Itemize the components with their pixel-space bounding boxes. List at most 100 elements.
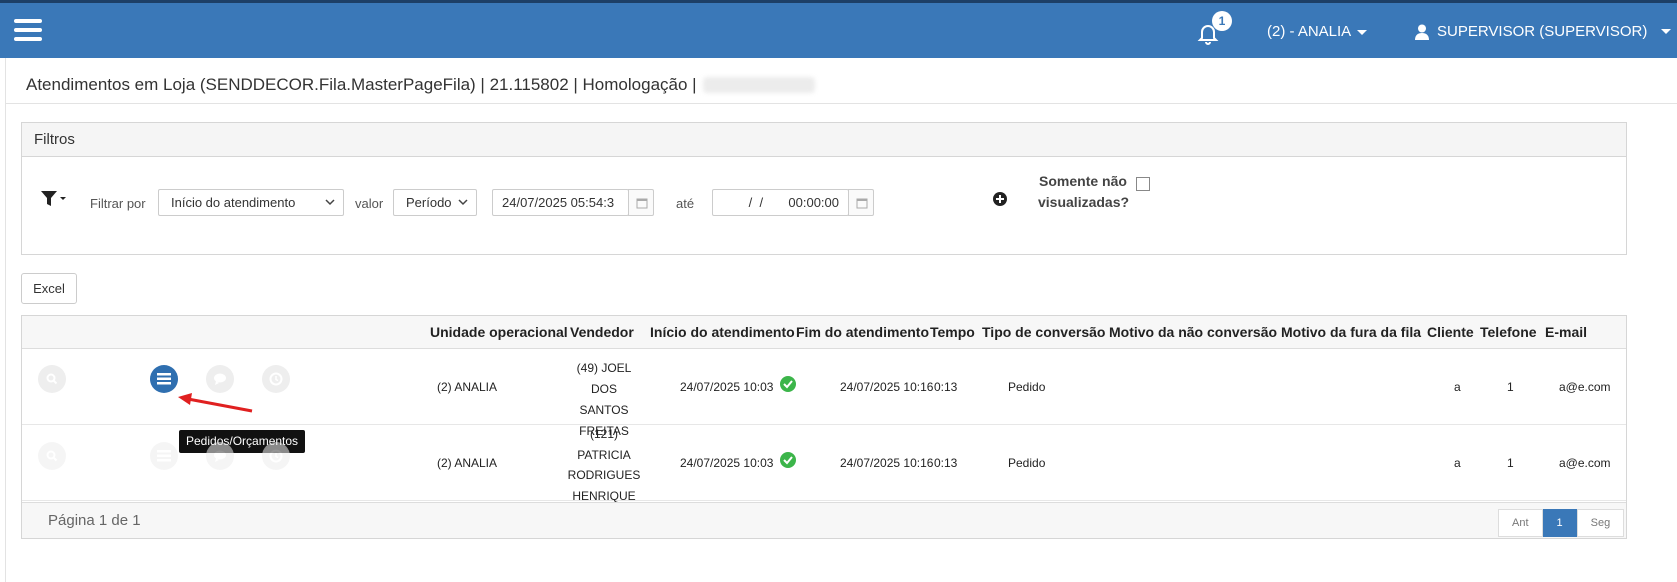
view-button[interactable] xyxy=(38,365,66,393)
only-unviewed-label: Somente não visualizadas? xyxy=(1038,173,1130,210)
history-button[interactable] xyxy=(262,365,290,393)
col-end[interactable]: Fim do atendimento xyxy=(796,324,929,340)
clock-icon xyxy=(269,372,283,386)
filters-panel: Filtros Filtrar por Início do atendiment… xyxy=(21,122,1627,255)
cell-start: 24/07/2025 10:03 xyxy=(680,380,774,394)
date-to-input[interactable]: / / 00:00:00 xyxy=(712,189,849,216)
date-from-calendar-button[interactable] xyxy=(628,189,654,216)
top-navbar: 1 (2) - ANALIA SUPERVISOR (SUPERVISOR) xyxy=(0,0,1677,58)
view-button[interactable] xyxy=(38,442,66,470)
value-label: valor xyxy=(355,196,384,211)
caret-down-icon xyxy=(1661,29,1672,34)
filter-funnel-icon[interactable] xyxy=(41,190,67,208)
pager-current-page[interactable]: 1 xyxy=(1542,509,1577,537)
cell-phone: 1 xyxy=(1507,456,1514,470)
date-from-input[interactable]: 24/07/2025 05:54:3 xyxy=(492,189,629,216)
chevron-down-icon xyxy=(325,199,335,206)
user-icon xyxy=(1415,24,1429,40)
cell-end: 24/07/2025 10:16 xyxy=(840,456,934,470)
page-info: Página 1 de 1 xyxy=(48,512,141,529)
col-unit[interactable]: Unidade operacional xyxy=(430,324,568,340)
list-icon xyxy=(157,450,171,462)
col-start[interactable]: Início do atendimento xyxy=(650,324,795,340)
col-queue-skip-reason[interactable]: Motivo da fura da fila xyxy=(1281,324,1421,340)
seller-line: RODRIGUES xyxy=(567,468,641,482)
pagination: Ant 1 Seg xyxy=(1498,509,1625,537)
col-no-conversion-reason[interactable]: Motivo da não conversão xyxy=(1109,324,1277,340)
table-header: Unidade operacional Vendedor Início do a… xyxy=(22,316,1626,349)
cell-email: a@e.com xyxy=(1559,456,1611,470)
col-time[interactable]: Tempo xyxy=(930,324,975,340)
check-circle-icon xyxy=(780,452,796,468)
comments-button[interactable] xyxy=(206,365,234,393)
orders-button[interactable] xyxy=(150,365,178,393)
filter-by-label: Filtrar por xyxy=(90,196,146,211)
cell-time: 0:13 xyxy=(934,380,958,394)
seller-line: PATRICIA xyxy=(577,447,631,462)
cell-start: 24/07/2025 10:03 xyxy=(680,456,774,470)
table-row: (2) ANALIA (49) JOEL DOS SANTOS FREITAS … xyxy=(22,349,1626,453)
cell-seller: (121) PATRICIA RODRIGUES HENRIQUE xyxy=(567,424,641,506)
filter-by-select[interactable]: Início do atendimento xyxy=(158,189,344,216)
col-seller[interactable]: Vendedor xyxy=(570,324,634,340)
value-select[interactable]: Período xyxy=(393,189,477,216)
calendar-icon xyxy=(856,198,868,209)
menu-icon[interactable] xyxy=(14,19,42,41)
annotation-arrow xyxy=(178,393,253,413)
unit-dropdown-label: (2) - ANALIA xyxy=(1267,23,1352,40)
col-client[interactable]: Cliente xyxy=(1427,324,1474,340)
filters-body: Filtrar por Início do atendimento valor … xyxy=(22,157,1626,255)
cell-phone: 1 xyxy=(1507,380,1514,394)
check-circle-icon xyxy=(780,376,796,392)
seller-line: (49) JOEL xyxy=(576,361,632,375)
chevron-down-icon xyxy=(458,199,468,206)
excel-button[interactable]: Excel xyxy=(21,273,77,304)
divider xyxy=(6,103,1677,104)
col-conversion-type[interactable]: Tipo de conversão xyxy=(982,324,1105,340)
calendar-icon xyxy=(636,198,648,209)
cell-client: a xyxy=(1454,456,1461,470)
search-icon xyxy=(46,450,58,462)
col-phone[interactable]: Telefone xyxy=(1480,324,1537,340)
results-table: Unidade operacional Vendedor Início do a… xyxy=(21,315,1627,539)
filters-panel-title: Filtros xyxy=(22,123,1626,157)
date-to-calendar-button[interactable] xyxy=(848,189,874,216)
caret-down-icon xyxy=(1357,29,1368,35)
sidebar-edge xyxy=(5,58,6,582)
cell-end: 24/07/2025 10:16 xyxy=(840,380,934,394)
orders-button[interactable] xyxy=(150,442,178,470)
unit-dropdown[interactable]: (2) - ANALIA xyxy=(1267,23,1368,40)
cell-unit: (2) ANALIA xyxy=(437,456,498,470)
filter-by-value: Início do atendimento xyxy=(171,195,296,210)
col-email[interactable]: E-mail xyxy=(1545,324,1587,340)
comments-button[interactable] xyxy=(206,442,234,470)
page-title-text: Atendimentos em Loja (SENDDECOR.Fila.Mas… xyxy=(26,75,697,94)
cell-conversion-type: Pedido xyxy=(1008,456,1046,470)
seller-line: (121) xyxy=(589,427,618,441)
redacted-text xyxy=(702,77,815,93)
comment-icon xyxy=(214,373,226,385)
only-unviewed-checkbox[interactable] xyxy=(1136,177,1150,191)
page-title: Atendimentos em Loja (SENDDECOR.Fila.Mas… xyxy=(26,75,815,95)
clock-icon xyxy=(269,449,283,463)
until-label: até xyxy=(676,196,695,211)
user-dropdown-label: SUPERVISOR (SUPERVISOR) xyxy=(1437,23,1648,40)
cell-time: 0:13 xyxy=(934,456,958,470)
cell-email: a@e.com xyxy=(1559,380,1611,394)
value-select-value: Período xyxy=(406,195,452,210)
table-row: (2) ANALIA (121) PATRICIA RODRIGUES HENR… xyxy=(22,425,1626,503)
comment-icon xyxy=(214,450,226,462)
cell-conversion-type: Pedido xyxy=(1008,380,1046,394)
cell-client: a xyxy=(1454,380,1461,394)
list-icon xyxy=(157,373,171,385)
notification-badge: 1 xyxy=(1212,11,1232,31)
history-button[interactable] xyxy=(262,442,290,470)
pager-prev-button[interactable]: Ant xyxy=(1498,509,1543,537)
cell-unit: (2) ANALIA xyxy=(437,380,498,394)
seller-line: DOS SANTOS xyxy=(579,382,629,417)
search-icon xyxy=(46,373,58,385)
pager-next-button[interactable]: Seg xyxy=(1576,509,1625,537)
add-filter-icon[interactable] xyxy=(992,191,1008,207)
user-dropdown[interactable]: SUPERVISOR (SUPERVISOR) xyxy=(1415,23,1672,40)
table-footer: Página 1 de 1 Ant 1 Seg xyxy=(22,502,1626,538)
